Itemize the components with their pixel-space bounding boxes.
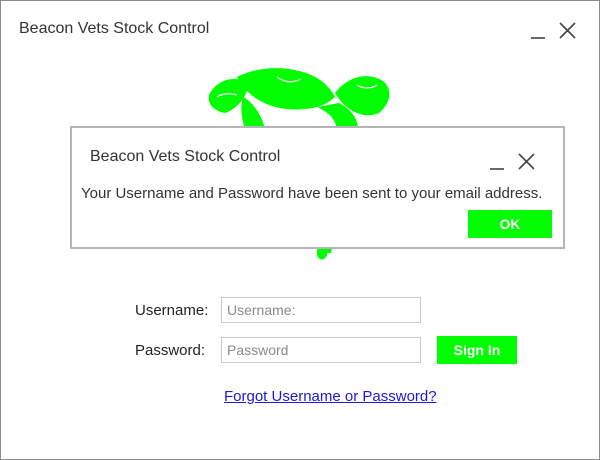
username-input[interactable] (221, 297, 421, 323)
notification-dialog: Beacon Vets Stock Control Your Username … (70, 126, 565, 249)
sign-in-button[interactable]: Sign In (437, 336, 517, 364)
close-icon (559, 22, 576, 39)
main-window: Beacon Vets Stock Control Username: User… (0, 0, 600, 460)
forgot-credentials-link[interactable]: Forgot Username or Password? (224, 388, 437, 405)
window-title: Beacon Vets Stock Control (19, 20, 210, 37)
ok-button[interactable]: OK (468, 210, 552, 238)
dialog-close-button[interactable] (516, 150, 538, 172)
dialog-message: Your Username and Password have been sen… (81, 185, 543, 202)
close-button[interactable] (557, 19, 579, 41)
close-icon (518, 153, 535, 170)
minimize-icon (531, 37, 545, 39)
password-input[interactable] (221, 337, 421, 363)
minimize-button[interactable] (528, 19, 550, 41)
dialog-minimize-button[interactable] (487, 150, 509, 172)
minimize-icon (490, 168, 504, 170)
password-label: Password: (135, 342, 206, 359)
username-label: Username: (135, 302, 209, 319)
dialog-title: Beacon Vets Stock Control (90, 148, 281, 165)
